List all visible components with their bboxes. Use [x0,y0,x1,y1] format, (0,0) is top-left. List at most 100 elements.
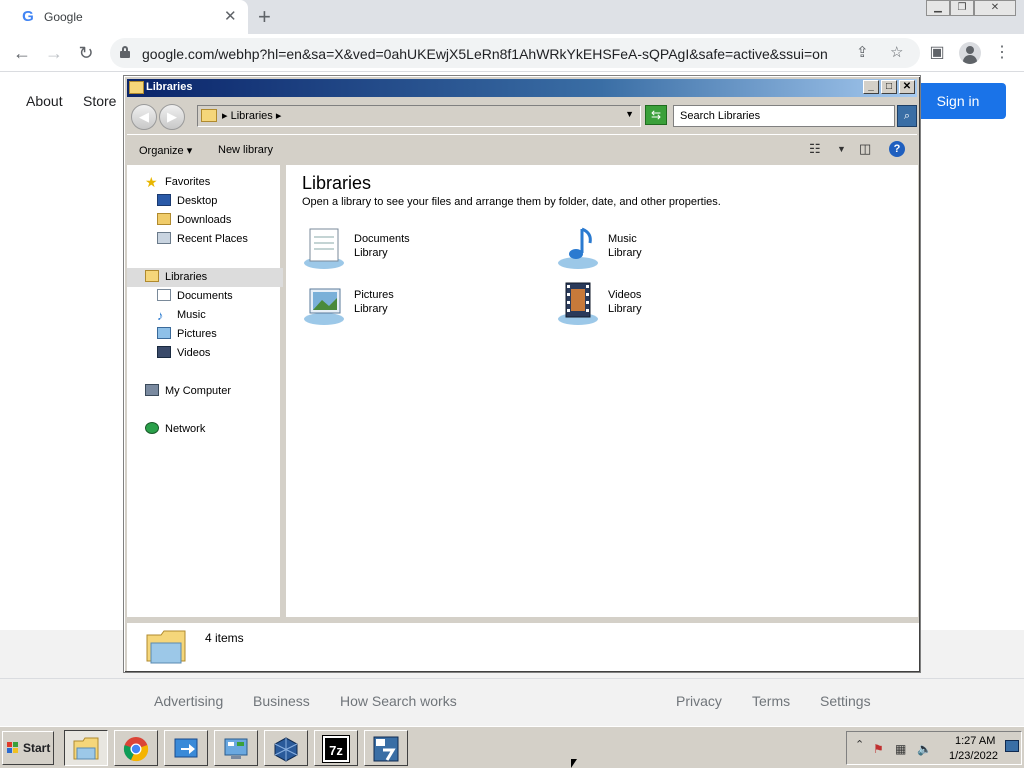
explorer-title: Libraries [146,81,193,93]
browser-tabstrip: G Google ✕ + ▁ ❐ ✕ [0,0,1024,34]
explorer-address-bar[interactable]: ▸ Libraries ▸ ▼ [197,105,641,127]
minimize-window-button[interactable]: ▁ [926,0,950,16]
star-icon: ★ [145,174,158,190]
side-panel-icon[interactable]: ▣ [926,42,948,64]
lock-icon[interactable] [120,46,130,58]
recent-places-icon [157,232,171,244]
taskbar: Start 7z ⌃ ⚑ ▦ 🔈 1:27 AM 1/23/2022 [0,726,1024,768]
library-tile-music[interactable]: Music Library [556,225,786,275]
taskbar-explorer-button[interactable] [64,730,108,766]
virtualbox-icon [274,737,298,762]
explorer-refresh-icon[interactable]: ⇆ [645,105,667,125]
close-tab-icon[interactable]: ✕ [224,8,237,26]
explorer-address-row: ◀ ▶ ▸ Libraries ▸ ▼ ⇆ Search Libraries ⌕ [127,100,917,132]
clock-date[interactable]: 1/23/2022 [949,750,998,762]
window-controls: ▁ ❐ ✕ [926,0,1018,17]
explorer-close-button[interactable]: ✕ [899,80,915,94]
preview-pane-icon[interactable]: ◫ [859,141,871,157]
volume-speaker-icon[interactable]: 🔈 [917,742,932,756]
library-type: Library [608,303,642,315]
show-hidden-icons-chevron-icon[interactable]: ⌃ [855,738,864,751]
share-icon[interactable]: ⇪ [856,44,869,62]
address-dropdown-icon[interactable]: ▼ [625,109,634,119]
profile-icon[interactable] [959,42,981,64]
explorer-maximize-button[interactable]: □ [881,80,897,94]
start-button[interactable]: Start [2,731,54,765]
nav-item-videos[interactable]: Videos [157,344,210,363]
nav-item-recent-places[interactable]: Recent Places [157,230,248,249]
sign-in-button[interactable]: Sign in [910,83,1006,119]
explorer-back-icon[interactable]: ◀ [131,104,157,130]
menu-icon[interactable]: ⋮ [991,42,1013,64]
change-view-icon[interactable]: ☷ [809,141,821,157]
content-title: Libraries [302,173,372,193]
new-library-button[interactable]: New library [218,144,273,156]
libraries-folder-icon [201,109,217,122]
library-tile-videos[interactable]: Videos Library [556,281,786,331]
explorer-search-icon[interactable]: ⌕ [897,105,917,127]
explorer-icon [73,737,99,760]
nav-item-libraries[interactable]: Libraries [127,268,283,287]
terms-link[interactable]: Terms [752,693,790,709]
explorer-titlebar[interactable]: Libraries _ □ ✕ [127,79,917,97]
libraries-icon [145,270,159,282]
business-link[interactable]: Business [253,693,310,709]
bookmark-star-icon[interactable]: ☆ [890,44,903,62]
content-description: Open a library to see your files and arr… [302,196,721,208]
tab-title: Google [44,10,83,24]
forward-icon[interactable]: → [42,41,66,65]
show-desktop-icon[interactable] [1005,740,1019,752]
explorer-forward-icon[interactable]: ▶ [159,104,185,130]
nav-item-downloads[interactable]: Downloads [157,211,231,230]
search-placeholder: Search Libraries [680,110,761,122]
how-search-works-link[interactable]: How Search works [340,693,457,709]
nav-item-my-computer[interactable]: My Computer [145,382,231,401]
address-breadcrumb[interactable]: ▸ Libraries ▸ [222,109,281,122]
restore-window-button[interactable]: ❐ [950,0,974,16]
library-type: Library [354,247,388,259]
network-globe-icon [145,422,159,434]
taskbar-virtualbox-button[interactable] [264,730,308,766]
nav-item-desktop[interactable]: Desktop [157,192,217,211]
taskbar-chrome-button[interactable] [114,730,158,766]
nav-item-music[interactable]: ♪ Music [157,306,206,325]
7zip-64-icon [373,736,399,762]
advertising-link[interactable]: Advertising [154,693,223,709]
tab-google[interactable]: G Google ✕ [0,0,248,34]
chrome-icon [123,737,149,762]
new-tab-icon[interactable]: + [258,4,271,30]
browser-toolbar: ← → ↻ google.com/webhp?hl=en&sa=X&ved=0a… [0,34,1024,72]
taskbar-7zip-64-button[interactable] [364,730,408,766]
mouse-cursor-icon [571,759,577,768]
help-icon[interactable]: ? [889,141,905,157]
library-tile-documents[interactable]: Documents Library [302,225,532,275]
taskbar-7zip-button[interactable]: 7z [314,730,358,766]
network-tray-icon[interactable]: ▦ [895,742,906,756]
nav-item-documents[interactable]: Documents [157,287,233,306]
7zip-icon: 7z [322,735,350,763]
organize-menu[interactable]: Organize ▾ [139,144,192,157]
reload-icon[interactable]: ↻ [74,41,98,65]
taskbar-control-panel-button[interactable] [214,730,258,766]
remote-desktop-icon [174,738,198,758]
nav-item-favorites[interactable]: ★ Favorites [145,173,210,192]
pictures-library-icon [304,288,344,325]
url-text[interactable]: google.com/webhp?hl=en&sa=X&ved=0ahUKEwj… [142,46,828,62]
taskbar-remote-desktop-button[interactable] [164,730,208,766]
explorer-search-input[interactable]: Search Libraries [673,105,895,127]
explorer-minimize-button[interactable]: _ [863,80,879,94]
back-icon[interactable]: ← [10,41,34,65]
address-bar[interactable]: google.com/webhp?hl=en&sa=X&ved=0ahUKEwj… [110,38,920,68]
library-tile-pictures[interactable]: Pictures Library [302,281,532,331]
nav-item-pictures[interactable]: Pictures [157,325,217,344]
libraries-folder-icon [129,81,144,94]
action-center-flag-icon[interactable]: ⚑ [873,742,884,756]
nav-item-network[interactable]: Network [145,420,205,439]
clock-time[interactable]: 1:27 AM [955,735,995,747]
settings-link[interactable]: Settings [820,693,871,709]
about-link[interactable]: About [26,93,63,109]
view-options-dropdown-icon[interactable]: ▼ [837,144,846,154]
close-window-button[interactable]: ✕ [974,0,1016,16]
store-link[interactable]: Store [83,93,116,109]
privacy-link[interactable]: Privacy [676,693,722,709]
